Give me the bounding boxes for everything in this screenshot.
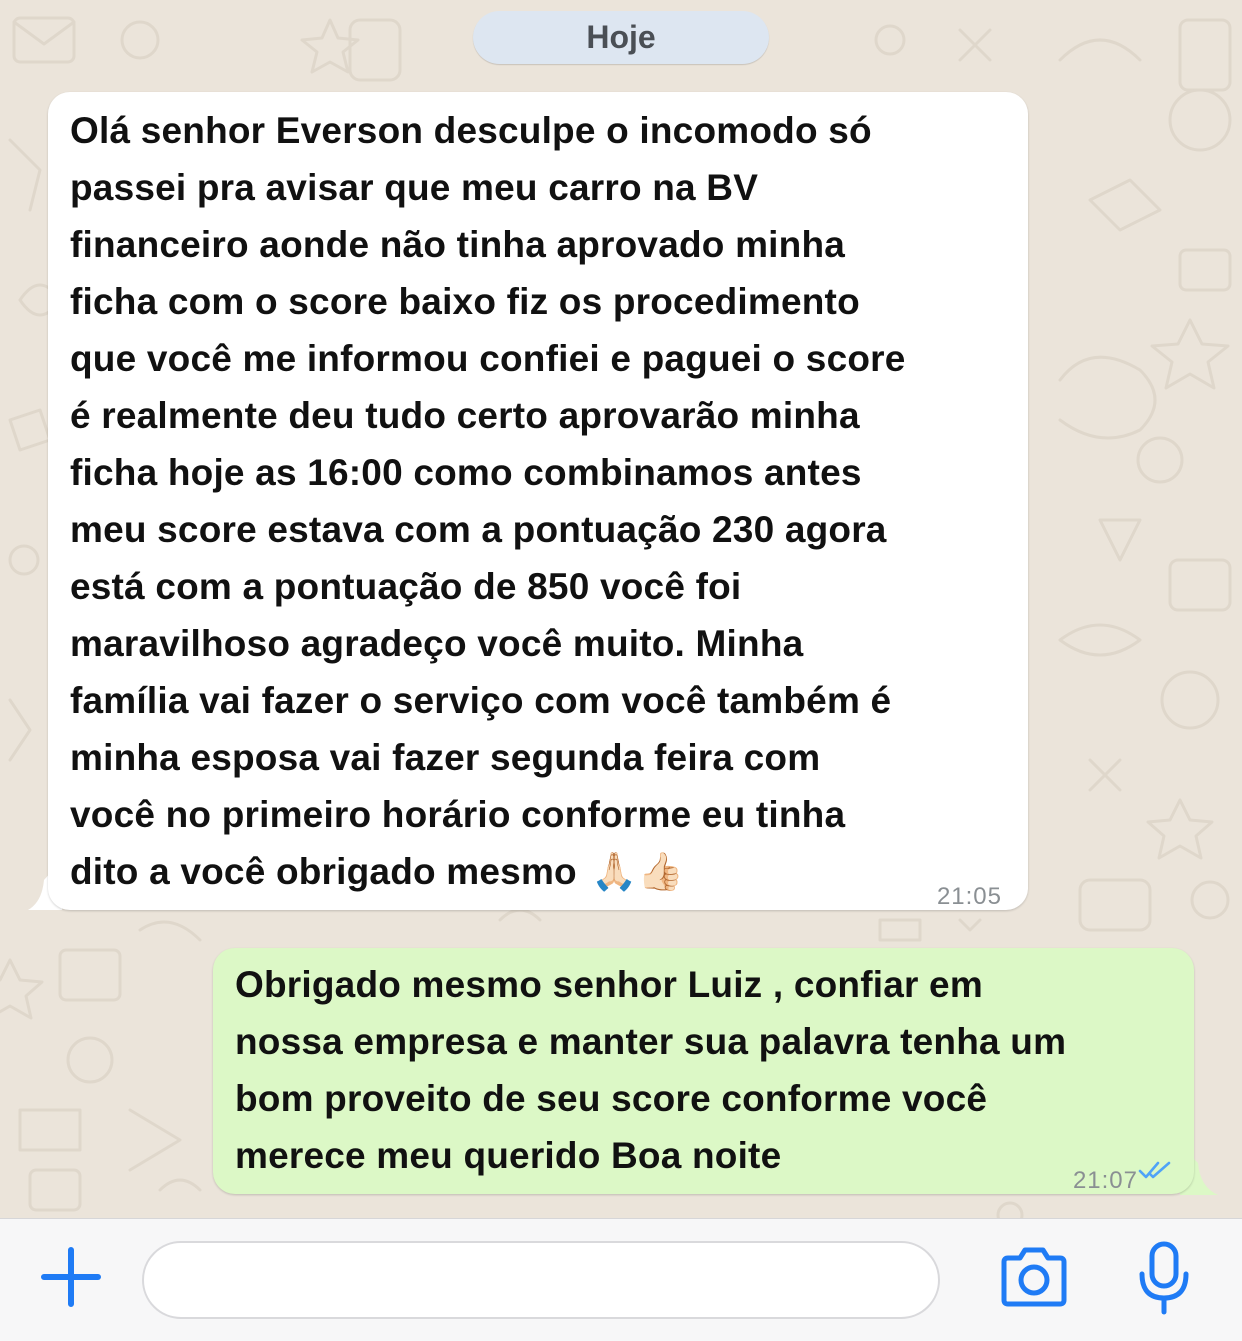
incoming-message-bubble[interactable]: Olá senhor Everson desculpe o incomodo s…: [48, 92, 1028, 910]
outgoing-message-bubble[interactable]: Obrigado mesmo senhor Luiz , confiar em …: [213, 948, 1194, 1194]
praying-thumbs-up-emoji: 🙏🏻👍🏻: [591, 851, 684, 892]
outgoing-message-text: Obrigado mesmo senhor Luiz , confiar em …: [235, 964, 1067, 1176]
microphone-icon[interactable]: [1136, 1240, 1192, 1318]
read-receipt-icon: [1138, 1161, 1171, 1179]
incoming-message-time: 21:05: [936, 883, 1002, 910]
message-input[interactable]: [142, 1241, 940, 1319]
incoming-message-text: Olá senhor Everson desculpe o incomodo s…: [70, 102, 1020, 900]
date-separator-label: Hoje: [586, 19, 656, 55]
incoming-message-body: Olá senhor Everson desculpe o incomodo s…: [70, 110, 906, 892]
camera-icon[interactable]: [998, 1246, 1070, 1308]
chat-area[interactable]: Hoje Olá senhor Everson desculpe o incom…: [0, 0, 1242, 1218]
date-separator: Hoje: [473, 11, 769, 64]
outgoing-message-time: 21:07: [1072, 1167, 1138, 1194]
plus-icon[interactable]: [40, 1246, 102, 1308]
